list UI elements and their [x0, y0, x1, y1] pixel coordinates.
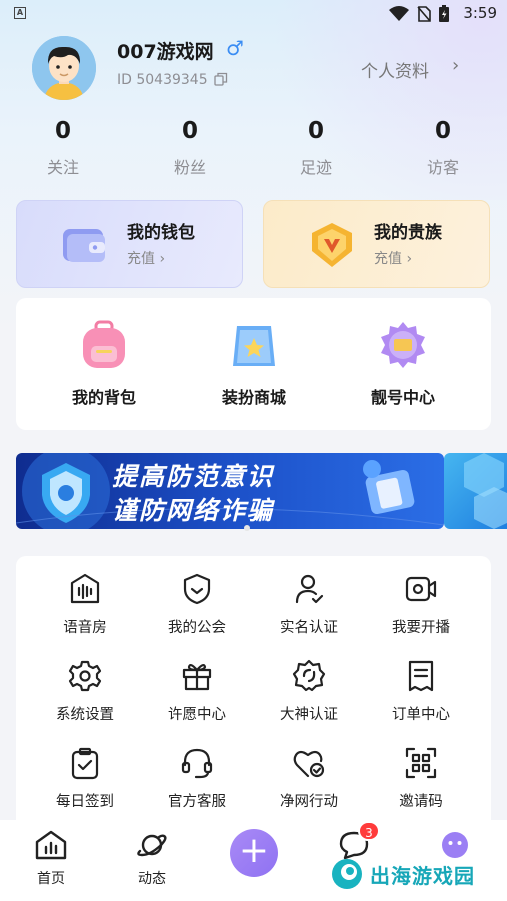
service-label: 我要开播	[392, 620, 450, 636]
stat-label: 足迹	[299, 158, 332, 177]
noble-crown-icon	[308, 221, 356, 269]
nav-feed-label: 动态	[138, 871, 166, 887]
featured-label: 我的背包	[71, 388, 136, 407]
service-label: 许愿中心	[168, 707, 226, 723]
gift-box-icon	[180, 659, 214, 693]
stat-fans[interactable]: 0 粉丝	[140, 118, 240, 178]
user-id: ID 50439345	[117, 72, 208, 88]
status-time: 3:59	[463, 4, 497, 22]
banner-line-1: 提高防范意识	[112, 462, 275, 491]
heart-shield-icon	[292, 746, 326, 780]
stat-visitors[interactable]: 0 访客	[393, 118, 493, 178]
nav-feed[interactable]: 动态	[117, 830, 187, 888]
stat-value: 0	[181, 118, 198, 144]
featured-item-shop[interactable]: 装扮商城	[194, 320, 314, 408]
service-label: 每日签到	[56, 794, 114, 810]
stat-following[interactable]: 0 关注	[13, 118, 113, 178]
featured-item-backpack[interactable]: 我的背包	[44, 320, 164, 408]
stat-footprints[interactable]: 0 足迹	[266, 118, 366, 178]
featured-label: 装扮商城	[221, 388, 286, 407]
sim-off-icon	[417, 5, 431, 22]
noble-recharge[interactable]: 充值 ›	[374, 248, 412, 268]
create-post-button[interactable]: +	[230, 829, 278, 877]
status-icons	[389, 5, 449, 22]
guild-shield-icon	[180, 572, 214, 606]
male-gender-icon: ♂	[226, 36, 244, 60]
qr-scan-icon	[404, 746, 438, 780]
copy-icon[interactable]	[214, 72, 228, 89]
service-orders[interactable]: 订单中心	[365, 659, 477, 724]
wallet-card[interactable]: 我的钱包 充值 ›	[16, 200, 243, 288]
service-label: 系统设置	[56, 707, 114, 723]
planet-icon	[137, 834, 167, 857]
video-camera-icon	[404, 572, 438, 606]
message-unread-badge: 3	[358, 821, 380, 841]
wallet-title: 我的钱包	[127, 223, 195, 243]
carousel-indicator	[244, 525, 250, 531]
service-go-live[interactable]: 我要开播	[365, 572, 477, 637]
stat-value: 0	[434, 118, 451, 144]
nav-home-label: 首页	[37, 871, 65, 887]
username: 007游戏网	[117, 41, 214, 63]
service-label: 订单中心	[392, 707, 450, 723]
verify-user-icon	[292, 572, 326, 606]
service-label: 我的公会	[168, 620, 226, 636]
voice-room-icon	[68, 572, 102, 606]
noble-title: 我的贵族	[374, 223, 442, 243]
service-label: 邀请码	[399, 794, 443, 810]
banner-line-2: 谨防网络诈骗	[112, 496, 275, 525]
headset-icon	[180, 746, 214, 780]
service-wish-center[interactable]: 许愿中心	[141, 659, 253, 724]
service-label: 官方客服	[168, 794, 226, 810]
watermark-text: 出海游戏园	[370, 863, 475, 888]
service-label: 语音房	[63, 620, 107, 636]
id-badge-icon	[378, 320, 428, 370]
backpack-icon	[79, 320, 129, 370]
nav-home[interactable]: 首页	[16, 830, 86, 888]
stat-value: 0	[54, 118, 71, 144]
service-settings[interactable]: 系统设置	[29, 659, 141, 724]
featured-label: 靓号中心	[370, 388, 435, 407]
next-banner-peek[interactable]	[444, 453, 507, 529]
service-invite-code[interactable]: 邀请码	[365, 746, 477, 811]
service-label: 净网行动	[280, 794, 338, 810]
service-my-guild[interactable]: 我的公会	[141, 572, 253, 637]
chevron-right-icon[interactable]: ›	[452, 55, 459, 76]
featured-panel: 我的背包 装扮商城 靓号中心	[16, 298, 491, 430]
anti-fraud-banner[interactable]: 提高防范意识 谨防网络诈骗	[16, 453, 444, 529]
badge-certify-icon	[292, 659, 326, 693]
profile-link[interactable]: 个人资料	[361, 57, 429, 82]
featured-item-id[interactable]: 靓号中心	[343, 320, 463, 408]
service-master-certify[interactable]: 大神认证	[253, 659, 365, 724]
wifi-icon	[389, 5, 409, 21]
service-label: 大神认证	[280, 707, 338, 723]
service-label: 实名认证	[280, 620, 338, 636]
service-customer-support[interactable]: 官方客服	[141, 746, 253, 811]
stat-value: 0	[307, 118, 324, 144]
shopping-bag-icon	[229, 320, 279, 370]
service-daily-checkin[interactable]: 每日签到	[29, 746, 141, 811]
services-panel: 语音房 我的公会 实名认证 我要开播 系统设置 许愿中心 大神认证 订单中心 每…	[16, 556, 491, 836]
clipboard-check-icon	[68, 746, 102, 780]
stat-label: 访客	[426, 158, 459, 177]
watermark-swirl-icon	[332, 859, 362, 889]
gear-icon	[68, 659, 102, 693]
home-chart-icon	[35, 830, 67, 860]
service-clean-net[interactable]: 净网行动	[253, 746, 365, 811]
stat-label: 关注	[46, 158, 79, 177]
wallet-recharge[interactable]: 充值 ›	[127, 248, 165, 268]
service-real-name[interactable]: 实名认证	[253, 572, 365, 637]
service-voice-room[interactable]: 语音房	[29, 572, 141, 637]
avatar[interactable]	[32, 36, 96, 100]
wallet-icon	[61, 221, 109, 269]
watermark-logo: 出海游戏园	[330, 855, 490, 893]
noble-card[interactable]: 我的贵族 充值 ›	[263, 200, 490, 288]
stat-label: 粉丝	[173, 158, 206, 177]
status-notification-icon: A	[14, 7, 26, 19]
order-list-icon	[404, 659, 438, 693]
battery-icon	[439, 5, 449, 22]
